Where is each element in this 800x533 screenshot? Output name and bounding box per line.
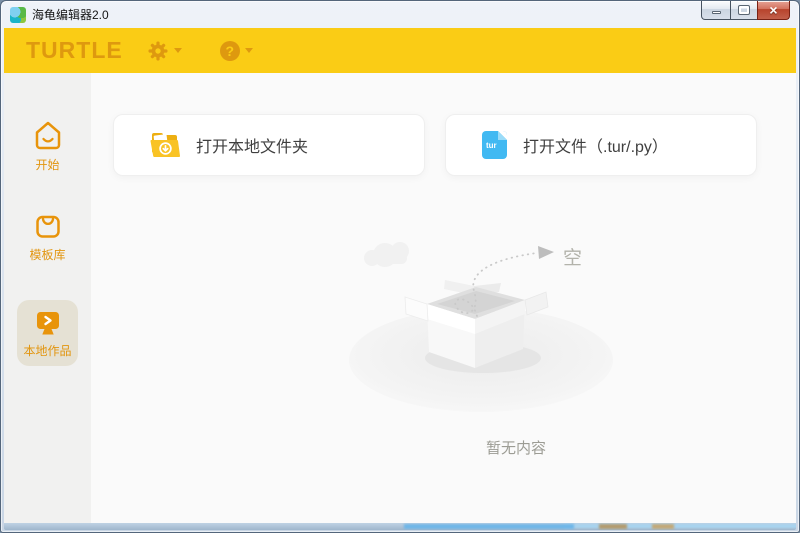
- empty-message: 暂无内容: [341, 437, 641, 458]
- action-cards: 打开本地文件夹 tur 打开文件（.tur/.py）: [91, 73, 796, 176]
- close-icon: ×: [769, 3, 777, 17]
- chevron-down-icon: [245, 48, 253, 53]
- arrow-icon: [538, 246, 554, 259]
- app-window: 海龟编辑器2.0 × TURTLE: [0, 0, 800, 533]
- folded-corner-icon: [498, 131, 507, 140]
- window-frame-bottom: [4, 523, 796, 530]
- help-menu-button[interactable]: ?: [220, 41, 253, 61]
- monitor-icon: [32, 309, 64, 339]
- empty-box-illustration: 空: [341, 228, 641, 418]
- file-badge: tur: [482, 141, 497, 150]
- settings-menu-button[interactable]: [147, 40, 182, 62]
- open-file-label: 打开文件（.tur/.py）: [523, 133, 668, 157]
- sidebar-item-start[interactable]: 开始: [4, 119, 91, 173]
- open-folder-label: 打开本地文件夹: [196, 133, 308, 157]
- empty-symbol: 空: [563, 247, 582, 269]
- empty-state: 空 暂无内容: [341, 228, 641, 458]
- app-header: TURTLE ?: [4, 28, 796, 73]
- sidebar-item-label: 模板库: [29, 246, 65, 263]
- maximize-button[interactable]: [730, 1, 758, 20]
- minimize-button[interactable]: [701, 1, 731, 20]
- app-logo-icon: [10, 7, 26, 23]
- home-icon: [31, 119, 65, 153]
- folder-download-icon: [150, 131, 180, 159]
- bag-icon: [31, 209, 65, 243]
- window-controls: ×: [702, 1, 790, 20]
- tur-file-icon: tur: [482, 131, 507, 159]
- sidebar-item-local-works[interactable]: 本地作品: [17, 300, 78, 366]
- body-row: 开始 模板库 本地作品: [4, 73, 796, 523]
- client-area: TURTLE ?: [4, 28, 796, 523]
- sidebar-item-label: 开始: [35, 156, 59, 173]
- sidebar-item-label: 本地作品: [23, 342, 71, 359]
- help-icon: ?: [220, 41, 240, 61]
- sidebar: 开始 模板库 本地作品: [4, 73, 91, 523]
- sidebar-item-templates[interactable]: 模板库: [4, 209, 91, 263]
- brand-logo: TURTLE: [26, 37, 123, 64]
- open-file-button[interactable]: tur 打开文件（.tur/.py）: [445, 114, 757, 176]
- window-title: 海龟编辑器2.0: [32, 6, 109, 23]
- gear-icon: [147, 40, 169, 62]
- open-local-folder-button[interactable]: 打开本地文件夹: [113, 114, 425, 176]
- chevron-down-icon: [174, 48, 182, 53]
- maximize-icon: [739, 6, 749, 14]
- main-content: 打开本地文件夹 tur 打开文件（.tur/.py）: [91, 73, 796, 523]
- cloud-icon: [364, 242, 409, 267]
- close-button[interactable]: ×: [757, 1, 790, 20]
- minimize-icon: [712, 11, 721, 14]
- titlebar[interactable]: 海龟编辑器2.0 ×: [1, 1, 799, 28]
